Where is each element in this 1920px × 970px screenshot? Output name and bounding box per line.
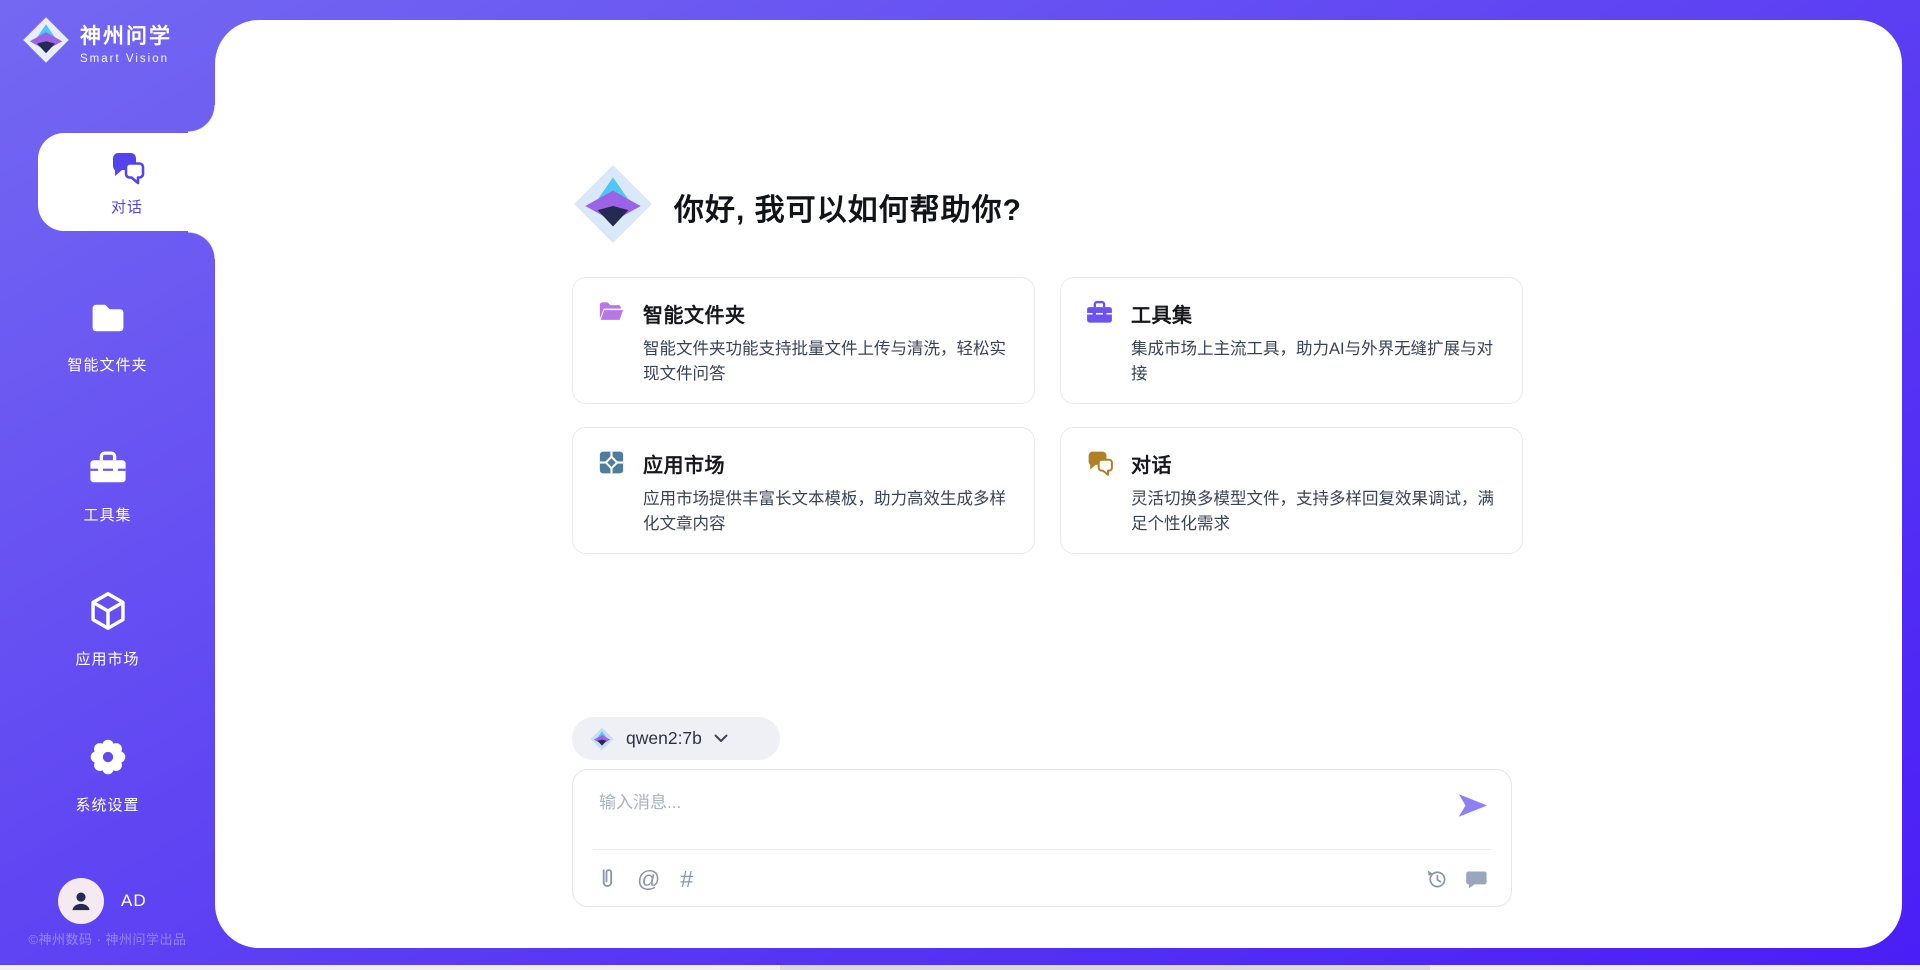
model-selector[interactable]: qwen2:7b	[572, 717, 780, 760]
tab-fillet-top	[188, 105, 216, 133]
card-description: 集成市场上主流工具，助力AI与外界无缝扩展与对接	[1131, 337, 1496, 387]
main-panel: 你好, 我可以如何帮助你? 智能文件夹 智能文件夹功能支持批量文件上传与清洗，轻…	[215, 20, 1902, 948]
user-name: AD	[121, 891, 147, 911]
greeting-text: 你好, 我可以如何帮助你?	[674, 185, 1022, 229]
composer-divider	[593, 849, 1491, 850]
avatar	[58, 878, 104, 924]
mention-icon[interactable]: @	[637, 868, 660, 890]
card-description: 灵活切换多模型文件，支持多样回复效果调试，满足个性化需求	[1131, 487, 1496, 537]
sidebar-item-label: 系统设置	[0, 794, 215, 815]
app-grid-icon	[596, 447, 643, 478]
sidebar-item-label: 工具集	[0, 504, 215, 525]
chevron-down-icon	[714, 734, 728, 743]
sidebar-item-label: 智能文件夹	[0, 354, 215, 375]
toolbox-icon	[1084, 297, 1131, 328]
card-title: 应用市场	[643, 449, 1008, 478]
sidebar-item-folders[interactable]: 智能文件夹	[0, 296, 215, 375]
toolbox-icon	[86, 446, 130, 490]
sidebar: 神州问学 Smart Vision 对话 智能文件夹	[0, 0, 215, 970]
horizontal-scrollbar[interactable]	[0, 965, 1920, 970]
sidebar-item-toolset[interactable]: 工具集	[0, 446, 215, 525]
model-name: qwen2:7b	[626, 728, 702, 749]
scrollbar-thumb[interactable]	[780, 965, 1430, 970]
feature-cards: 智能文件夹 智能文件夹功能支持批量文件上传与清洗，轻松实现文件问答 工具集	[572, 277, 1523, 554]
card-title: 智能文件夹	[643, 299, 1008, 328]
brand-subtitle: Smart Vision	[80, 53, 172, 65]
attachment-icon[interactable]	[597, 866, 617, 892]
card-chat[interactable]: 对话 灵活切换多模型文件，支持多样回复效果调试，满足个性化需求	[1060, 427, 1523, 554]
chat-bubble-icon[interactable]	[1464, 869, 1487, 890]
sidebar-item-market[interactable]: 应用市场	[0, 588, 215, 669]
gear-icon	[85, 734, 131, 780]
chat-bubbles-icon	[107, 147, 147, 187]
card-toolset[interactable]: 工具集 集成市场上主流工具，助力AI与外界无缝扩展与对接	[1060, 277, 1523, 404]
card-smart-folder[interactable]: 智能文件夹 智能文件夹功能支持批量文件上传与清洗，轻松实现文件问答	[572, 277, 1035, 404]
message-input[interactable]	[597, 786, 1441, 846]
greeting-diamond-icon	[572, 163, 654, 250]
tab-fillet-bottom	[188, 231, 216, 259]
card-title: 工具集	[1131, 299, 1496, 328]
card-description: 应用市场提供丰富长文本模板，助力高效生成多样化文章内容	[643, 487, 1008, 537]
cube-icon	[85, 588, 131, 634]
folder-open-icon	[596, 297, 643, 328]
brand-name: 神州问学	[80, 20, 172, 50]
history-icon[interactable]	[1426, 868, 1448, 890]
hashtag-icon[interactable]: #	[680, 868, 693, 890]
greeting: 你好, 我可以如何帮助你?	[572, 163, 1022, 250]
card-app-market[interactable]: 应用市场 应用市场提供丰富长文本模板，助力高效生成多样化文章内容	[572, 427, 1035, 554]
sidebar-item-label: 应用市场	[0, 648, 215, 669]
message-composer: @ #	[572, 769, 1512, 907]
card-description: 智能文件夹功能支持批量文件上传与清洗，轻松实现文件问答	[643, 337, 1008, 387]
send-icon[interactable]	[1457, 792, 1489, 820]
chat-bubbles-icon	[1084, 447, 1131, 478]
copyright-text: ©神州数码 · 神州问学出品	[0, 929, 215, 948]
folder-icon	[86, 296, 130, 340]
brand-diamond-icon	[22, 16, 70, 69]
sidebar-item-label: 对话	[111, 196, 143, 217]
sidebar-item-chat[interactable]: 对话	[38, 133, 216, 231]
model-diamond-icon	[590, 727, 614, 751]
card-title: 对话	[1131, 449, 1496, 478]
app-logo: 神州问学 Smart Vision	[22, 16, 172, 69]
sidebar-item-settings[interactable]: 系统设置	[0, 734, 215, 815]
user-account[interactable]: AD	[58, 878, 147, 924]
